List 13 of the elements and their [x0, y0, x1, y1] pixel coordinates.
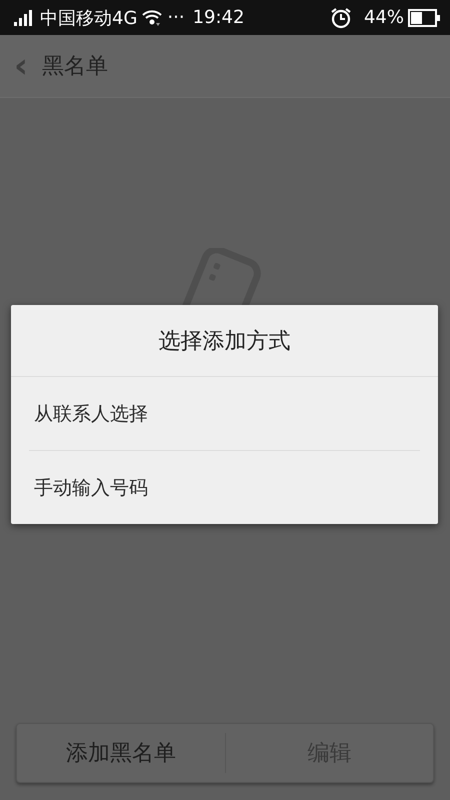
- carrier-name: 中国移动4G: [40, 6, 138, 30]
- battery-percent: 44%: [364, 7, 404, 28]
- back-button[interactable]: ‹: [14, 49, 28, 83]
- add-button[interactable]: 添加黑名单: [17, 724, 224, 782]
- dialog-option[interactable]: 手动输入号码: [11, 451, 438, 524]
- wifi-icon: [141, 8, 164, 28]
- dialog-option[interactable]: 从联系人选择: [11, 377, 438, 450]
- alarm-icon: [330, 6, 352, 28]
- page-title: 黑名单: [42, 53, 108, 81]
- clock-time: 19:42: [192, 7, 244, 28]
- battery-icon: [408, 8, 440, 26]
- dialog-title: 选择添加方式: [11, 305, 438, 377]
- more-indicator: ···: [167, 7, 185, 28]
